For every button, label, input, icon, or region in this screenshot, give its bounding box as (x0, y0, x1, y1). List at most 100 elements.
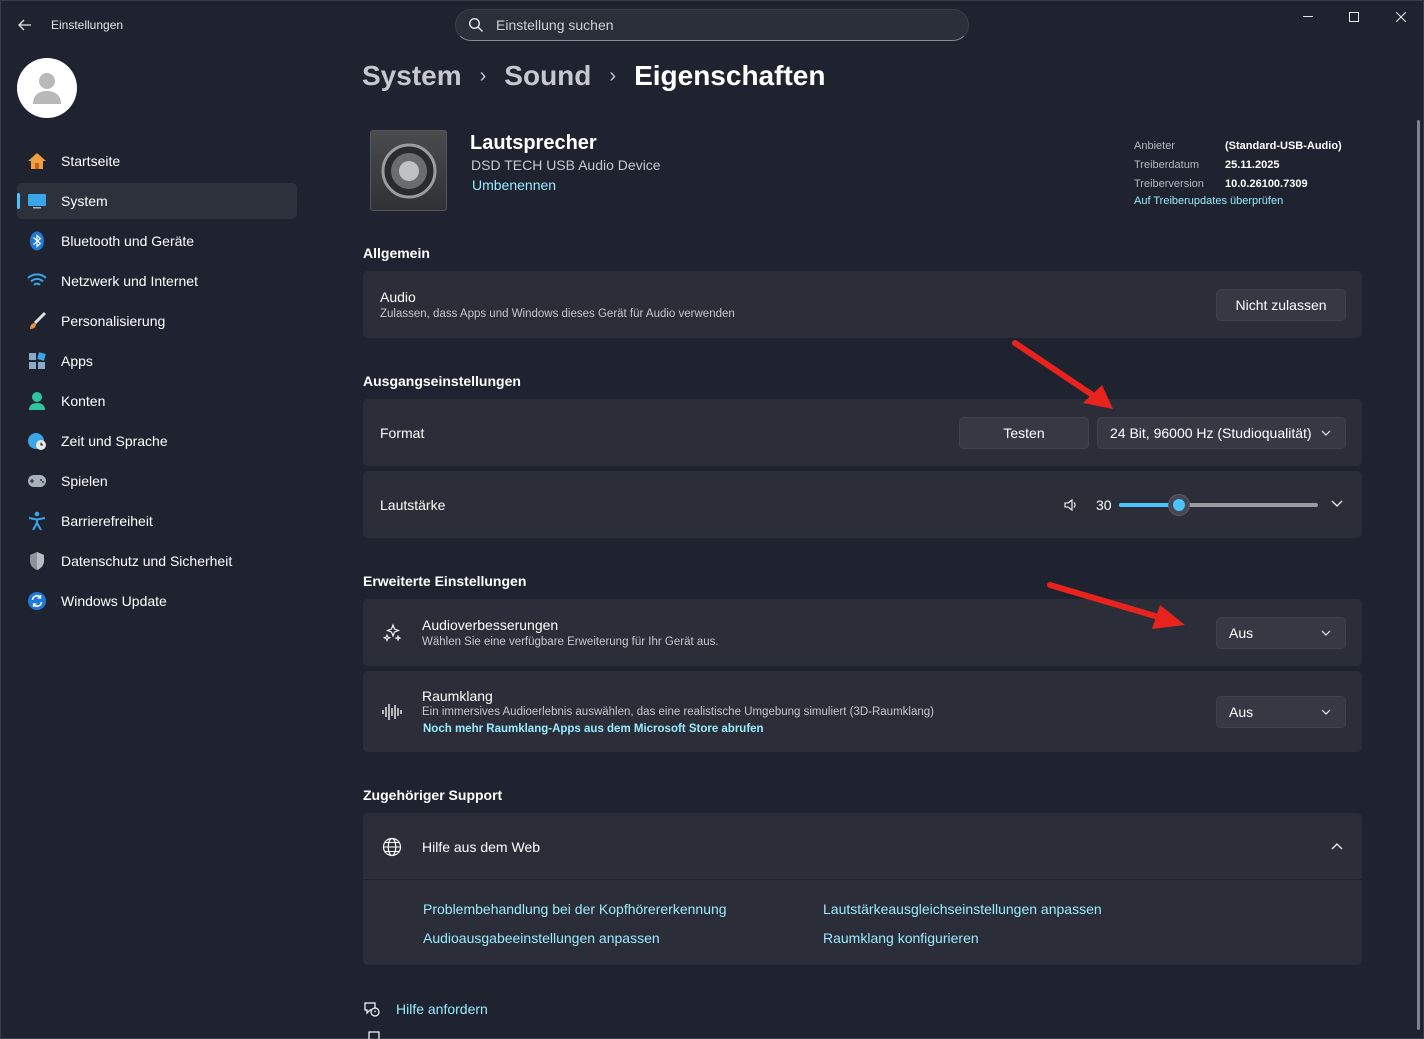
close-button[interactable] (1378, 0, 1424, 34)
search-box[interactable] (455, 9, 969, 41)
sidebar-item-label: Personalisierung (61, 313, 166, 329)
page-title: Eigenschaften (634, 60, 826, 91)
format-label: Format (380, 425, 425, 441)
sidebar-item-bluetooth[interactable]: Bluetooth und Geräte (17, 223, 297, 259)
sidebar-item-apps[interactable]: Apps (17, 343, 297, 379)
property-key: Treiberversion (1134, 177, 1204, 190)
enhancements-value: Aus (1229, 625, 1254, 641)
support-link-lautstaerkeausgleich[interactable]: Lautstärkeausgleichseinstellungen anpass… (823, 901, 1102, 917)
spatial-store-link[interactable]: Noch mehr Raumklang-Apps aus dem Microso… (423, 723, 764, 735)
maximize-button[interactable] (1331, 0, 1377, 34)
volume-label: Lautstärke (380, 497, 446, 513)
property-value: (Standard-USB-Audio) (1225, 139, 1342, 152)
section-title-ausgang: Ausgangseinstellungen (363, 373, 521, 389)
sidebar-item-datenschutz[interactable]: Datenschutz und Sicherheit (17, 543, 297, 579)
brush-icon (27, 311, 47, 331)
audio-card: Audio Zulassen, dass Apps und Windows di… (363, 271, 1362, 338)
maximize-icon (1349, 12, 1359, 22)
section-title-support: Zugehöriger Support (363, 787, 503, 803)
sidebar-item-label: Konten (61, 393, 106, 409)
format-dropdown[interactable]: 24 Bit, 96000 Hz (Studioqualität) (1097, 417, 1346, 449)
audio-title: Audio (380, 289, 416, 305)
spatial-sound-card: Raumklang Ein immersives Audioerlebnis a… (363, 671, 1362, 752)
support-link-kopfhoerer[interactable]: Problembehandlung bei der Kopfhörererken… (423, 901, 727, 917)
bluetooth-icon (27, 231, 47, 251)
globe-icon (382, 837, 402, 857)
feedback-icon (368, 1031, 380, 1039)
system-icon (27, 191, 47, 211)
spatial-dropdown[interactable]: Aus (1216, 696, 1346, 728)
sidebar-item-zeit[interactable]: Zeit und Sprache (17, 423, 297, 459)
sidebar-item-label: Zeit und Sprache (61, 433, 168, 449)
property-key: Treiberdatum (1134, 158, 1200, 171)
property-row: Anbieter (Standard-USB-Audio) (1134, 136, 1342, 155)
driver-update-link[interactable]: Auf Treiberupdates überprüfen (1134, 195, 1342, 207)
property-key: Anbieter (1134, 139, 1175, 152)
sidebar-item-spielen[interactable]: Spielen (17, 463, 297, 499)
sidebar-item-konten[interactable]: Konten (17, 383, 297, 419)
globe-clock-icon (27, 431, 47, 451)
avatar[interactable] (17, 58, 77, 118)
sidebar-item-label: Spielen (61, 473, 108, 489)
property-value: 10.0.26100.7309 (1225, 177, 1308, 190)
disallow-button[interactable]: Nicht zulassen (1216, 289, 1346, 321)
property-value: 25.11.2025 (1225, 158, 1280, 171)
sidebar-item-label: Netzwerk und Internet (61, 273, 198, 289)
breadcrumb-system[interactable]: System (362, 60, 462, 92)
chevron-up-icon[interactable] (1331, 842, 1343, 850)
back-button[interactable] (14, 14, 36, 36)
property-row: Treiberdatum 25.11.2025 (1134, 155, 1342, 174)
help-chat-icon (364, 1002, 380, 1017)
spatial-title: Raumklang (422, 688, 493, 704)
sidebar-item-label: Startseite (61, 153, 121, 169)
property-row: Treiberversion 10.0.26100.7309 (1134, 174, 1342, 193)
sidebar-item-system[interactable]: System (17, 183, 297, 219)
audio-enhancements-card: Audioverbesserungen Wählen Sie eine verf… (363, 599, 1362, 666)
volume-value: 30 (1096, 497, 1112, 513)
section-title-allgemein: Allgemein (363, 245, 430, 261)
search-icon (468, 17, 483, 32)
format-card: Format Testen 24 Bit, 96000 Hz (Studioqu… (363, 399, 1362, 466)
breadcrumb: System › Sound › Eigenschaften (362, 60, 825, 92)
spatial-value: Aus (1229, 704, 1254, 720)
search-input[interactable] (496, 17, 936, 33)
volume-slider-thumb[interactable] (1168, 494, 1190, 516)
sidebar-item-netzwerk[interactable]: Netzwerk und Internet (17, 263, 297, 299)
web-help-header[interactable]: Hilfe aus dem Web (363, 813, 1362, 880)
speaker-icon (370, 130, 447, 211)
sidebar-item-label: System (61, 193, 108, 209)
breadcrumb-sound[interactable]: Sound (504, 60, 591, 92)
update-icon (27, 591, 47, 611)
support-link-raumklang[interactable]: Raumklang konfigurieren (823, 930, 979, 946)
enhancements-title: Audioverbesserungen (422, 617, 559, 633)
web-help-title: Hilfe aus dem Web (422, 839, 541, 855)
spatial-description: Ein immersives Audioerlebnis auswählen, … (422, 706, 934, 718)
chevron-down-icon[interactable] (1331, 500, 1343, 508)
sound-wave-icon (382, 704, 402, 720)
chevron-right-icon: › (609, 64, 617, 87)
chevron-down-icon (1321, 430, 1331, 436)
sidebar-item-barrierefreiheit[interactable]: Barrierefreiheit (17, 503, 297, 539)
support-link-audioausgabe[interactable]: Audioausgabeeinstellungen anpassen (423, 930, 660, 946)
get-help-link[interactable]: Hilfe anfordern (396, 1001, 488, 1017)
sidebar-item-startseite[interactable]: Startseite (17, 143, 297, 179)
scrollbar[interactable] (1417, 120, 1420, 1030)
minimize-icon (1303, 16, 1313, 17)
test-button[interactable]: Testen (959, 417, 1089, 449)
account-icon (27, 391, 47, 411)
format-value: 24 Bit, 96000 Hz (Studioqualität) (1110, 425, 1312, 441)
minimize-button[interactable] (1285, 0, 1331, 34)
volume-slider[interactable] (1119, 494, 1318, 516)
chevron-down-icon (1321, 709, 1331, 715)
web-help-card: Hilfe aus dem Web Problembehandlung bei … (363, 813, 1362, 965)
sidebar-item-windows-update[interactable]: Windows Update (17, 583, 297, 619)
sidebar-nav: Startseite System Bluetooth und Geräte N… (17, 143, 297, 623)
sidebar-item-personalisierung[interactable]: Personalisierung (17, 303, 297, 339)
sidebar-item-label: Windows Update (61, 593, 167, 609)
sidebar-item-label: Apps (61, 353, 93, 369)
speaker-volume-icon[interactable] (1063, 497, 1079, 513)
enhancements-dropdown[interactable]: Aus (1216, 617, 1346, 649)
back-arrow-icon (18, 19, 31, 31)
section-title-erweitert: Erweiterte Einstellungen (363, 573, 527, 589)
rename-link[interactable]: Umbenennen (472, 177, 556, 193)
